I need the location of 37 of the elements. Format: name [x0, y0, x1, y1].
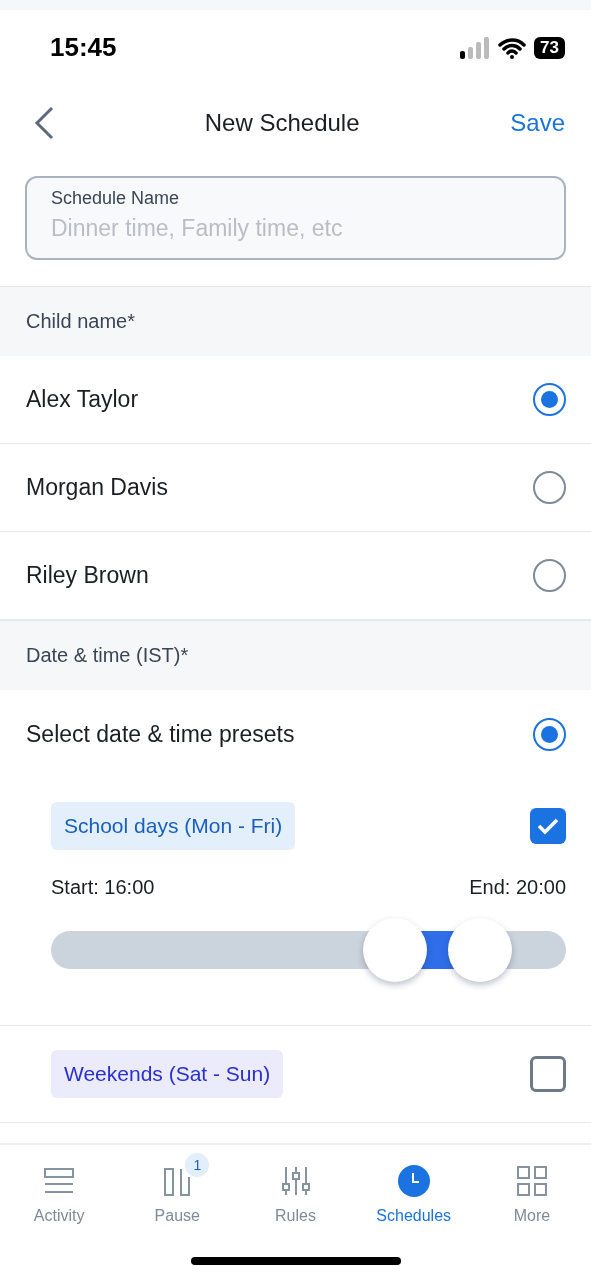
radio-button[interactable] — [533, 559, 566, 592]
end-time: End: 20:00 — [469, 876, 566, 899]
section-header: Child name* — [0, 286, 591, 356]
radio-button[interactable] — [533, 471, 566, 504]
time-range-slider[interactable] — [51, 918, 566, 982]
checkbox[interactable] — [530, 808, 566, 844]
battery-level: 73 — [534, 36, 565, 59]
screen-title: New Schedule — [204, 108, 360, 137]
field-label: Schedule Name — [51, 188, 181, 209]
status-time: 15:45 — [50, 32, 117, 63]
tab-bar-item[interactable]: Schedules — [354, 1151, 473, 1225]
signal-icon — [460, 36, 491, 59]
slider-thumb[interactable] — [448, 918, 512, 982]
preset-tag: Weekends (Sat - Sun) — [51, 1050, 284, 1098]
tab-bar-item[interactable]: Activity — [0, 1151, 119, 1225]
section-header: Date & time (IST)* — [0, 620, 591, 690]
child-name: Alex Taylor — [26, 386, 139, 413]
name-input[interactable]: Dinner time, Family time, etc — [51, 215, 540, 242]
tab-bar-item[interactable]: Rules — [236, 1151, 355, 1225]
back-icon[interactable] — [34, 105, 54, 140]
radio-button[interactable] — [533, 717, 566, 751]
child-name: Riley Brown — [26, 562, 149, 589]
save-button[interactable]: Save — [510, 108, 565, 137]
slider-thumb[interactable] — [362, 918, 427, 982]
option-label: Select date & time presets — [26, 720, 295, 748]
count-badge: 1 — [185, 1153, 210, 1177]
radio-button[interactable] — [533, 383, 566, 416]
wifi-icon — [498, 36, 527, 59]
tab-bar-item[interactable]: More — [472, 1151, 591, 1225]
child-name: Morgan Davis — [26, 474, 168, 501]
schedule-name-field[interactable]: Schedule Name Dinner time, Family time, etc — [25, 176, 566, 260]
tab-bar-item[interactable]: 1 Pause — [118, 1151, 237, 1225]
checkbox[interactable] — [530, 1056, 566, 1092]
clock-icon — [395, 1163, 432, 1199]
preset-tag: School days (Mon - Fri) — [51, 802, 296, 850]
start-time: Start: 16:00 — [51, 876, 155, 899]
check-icon — [537, 817, 559, 835]
